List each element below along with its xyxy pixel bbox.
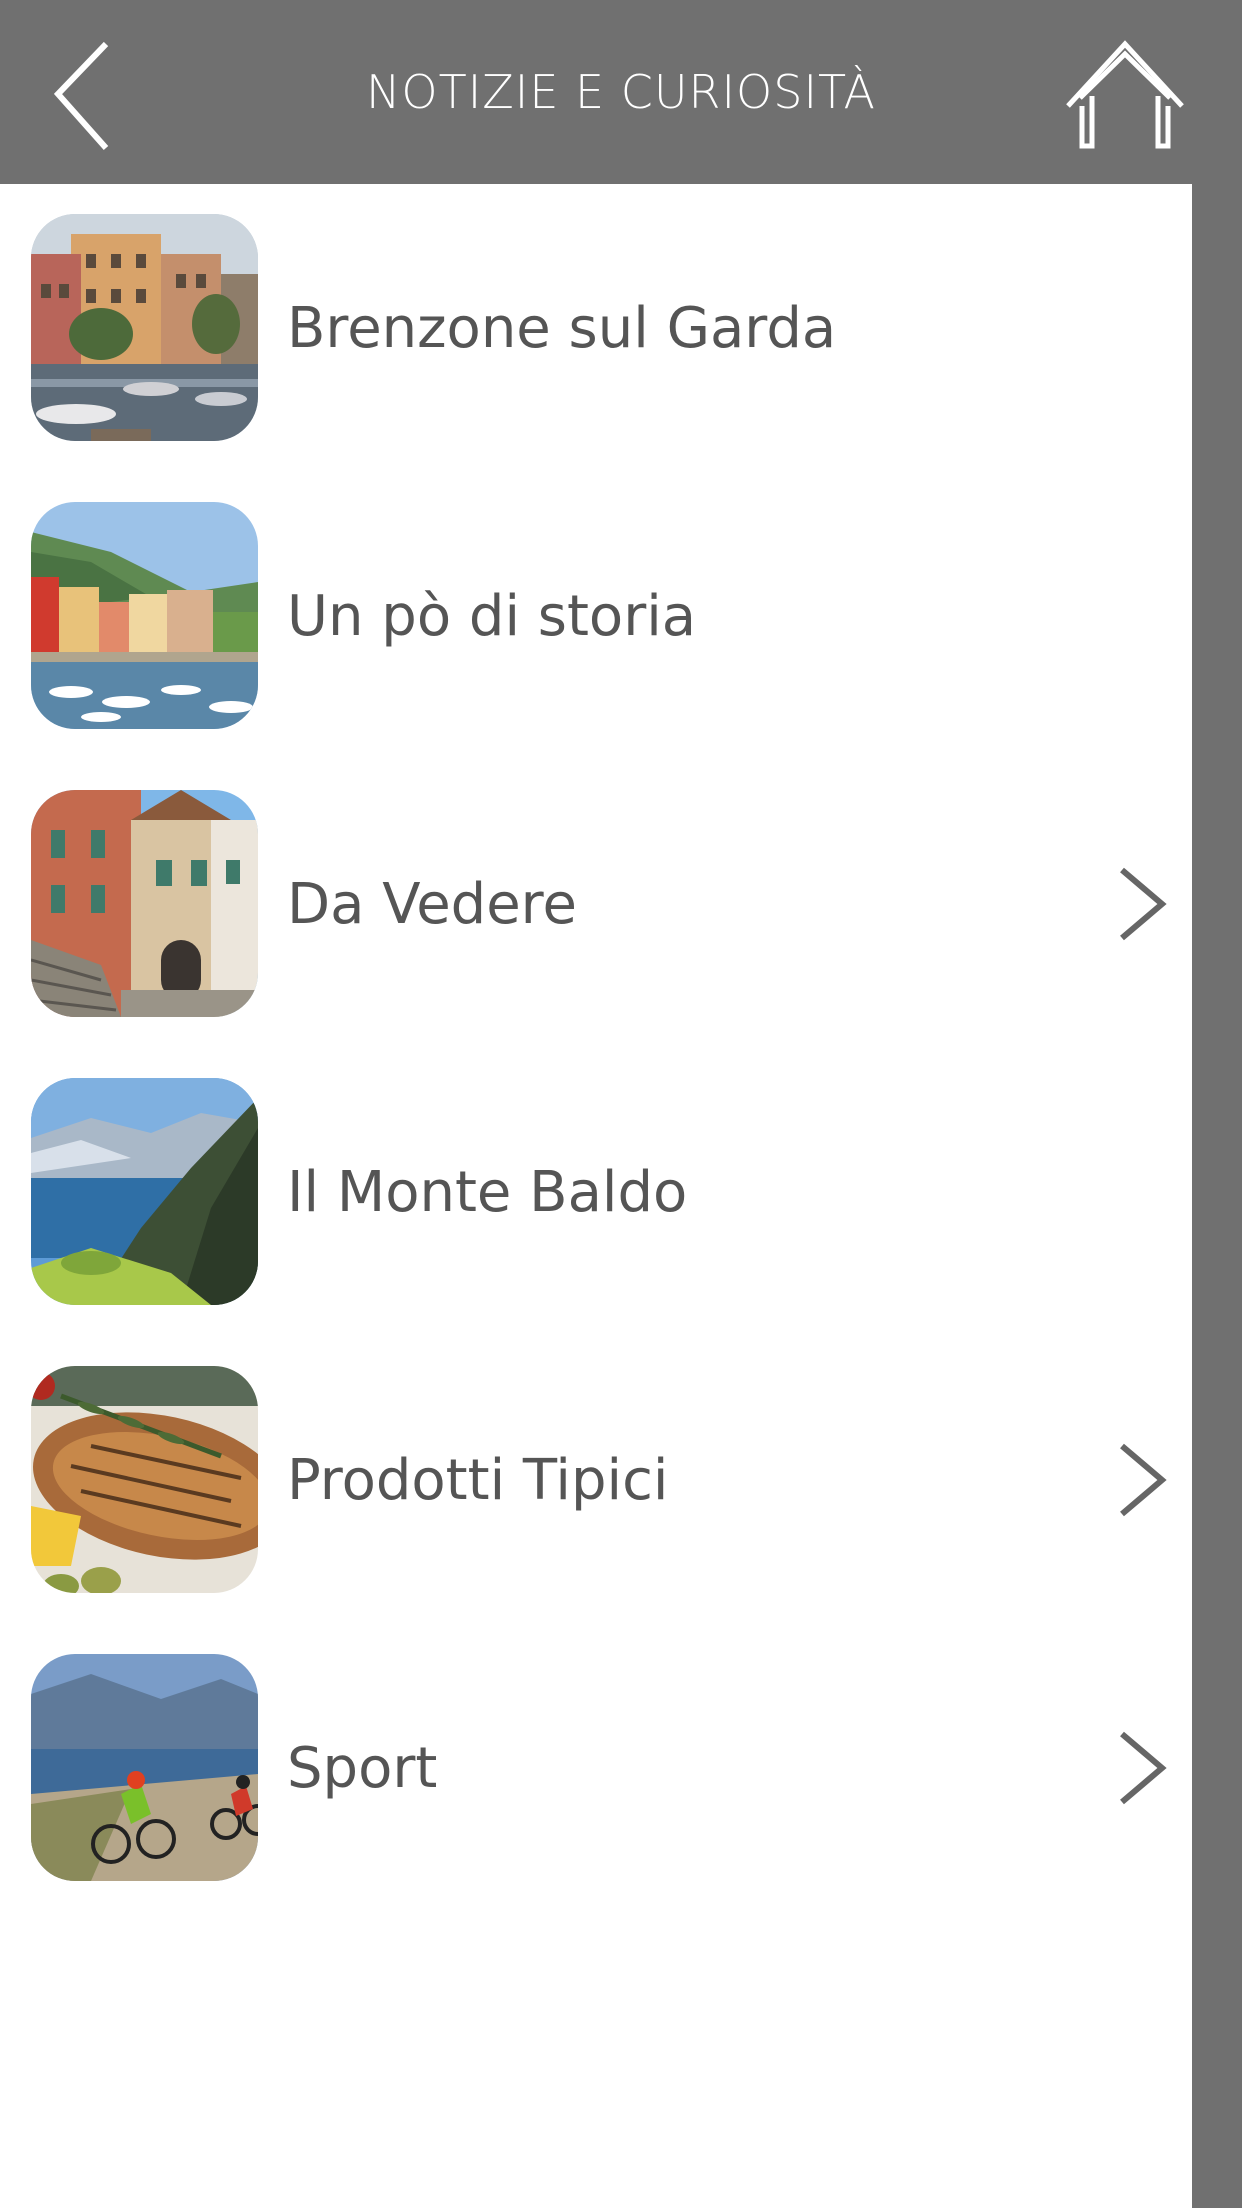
list-item-sport[interactable]: Sport	[0, 1624, 1192, 1912]
chevron-right-icon	[1120, 1443, 1167, 1517]
village-street-thumbnail	[31, 790, 258, 1017]
page-title: NOTIZIE E CURIOSITÀ	[365, 65, 877, 119]
mountain-bikers-thumbnail	[31, 1654, 258, 1881]
top-bar: NOTIZIE E CURIOSITÀ	[0, 0, 1242, 184]
chevron-right-icon	[1120, 867, 1167, 941]
lakeside-town-thumbnail	[31, 214, 258, 441]
home-button[interactable]	[1060, 36, 1190, 156]
list-item-label: Prodotti Tipici	[287, 1447, 669, 1513]
list-item-da-vedere[interactable]: Da Vedere	[0, 760, 1192, 1048]
menu-list: Brenzone sul Garda Un pò di storia Da Ve…	[0, 184, 1192, 2208]
list-item-storia[interactable]: Un pò di storia	[0, 472, 1192, 760]
grilled-fish-thumbnail	[31, 1366, 258, 1593]
back-arrow-icon	[53, 41, 109, 150]
scrollbar[interactable]	[1192, 184, 1242, 2208]
list-item-label: Un pò di storia	[287, 583, 697, 649]
list-item-label: Sport	[287, 1735, 438, 1801]
back-button[interactable]	[40, 36, 130, 156]
list-item-label: Brenzone sul Garda	[287, 295, 837, 361]
list-item-brenzone[interactable]: Brenzone sul Garda	[0, 184, 1192, 472]
list-item-prodotti-tipici[interactable]: Prodotti Tipici	[0, 1336, 1192, 1624]
harbor-village-thumbnail	[31, 502, 258, 729]
list-item-label: Da Vedere	[287, 871, 577, 937]
mountain-lake-thumbnail	[31, 1078, 258, 1305]
list-item-label: Il Monte Baldo	[287, 1159, 688, 1225]
home-icon	[1066, 40, 1184, 149]
chevron-right-icon	[1120, 1731, 1167, 1805]
list-item-monte-baldo[interactable]: Il Monte Baldo	[0, 1048, 1192, 1336]
